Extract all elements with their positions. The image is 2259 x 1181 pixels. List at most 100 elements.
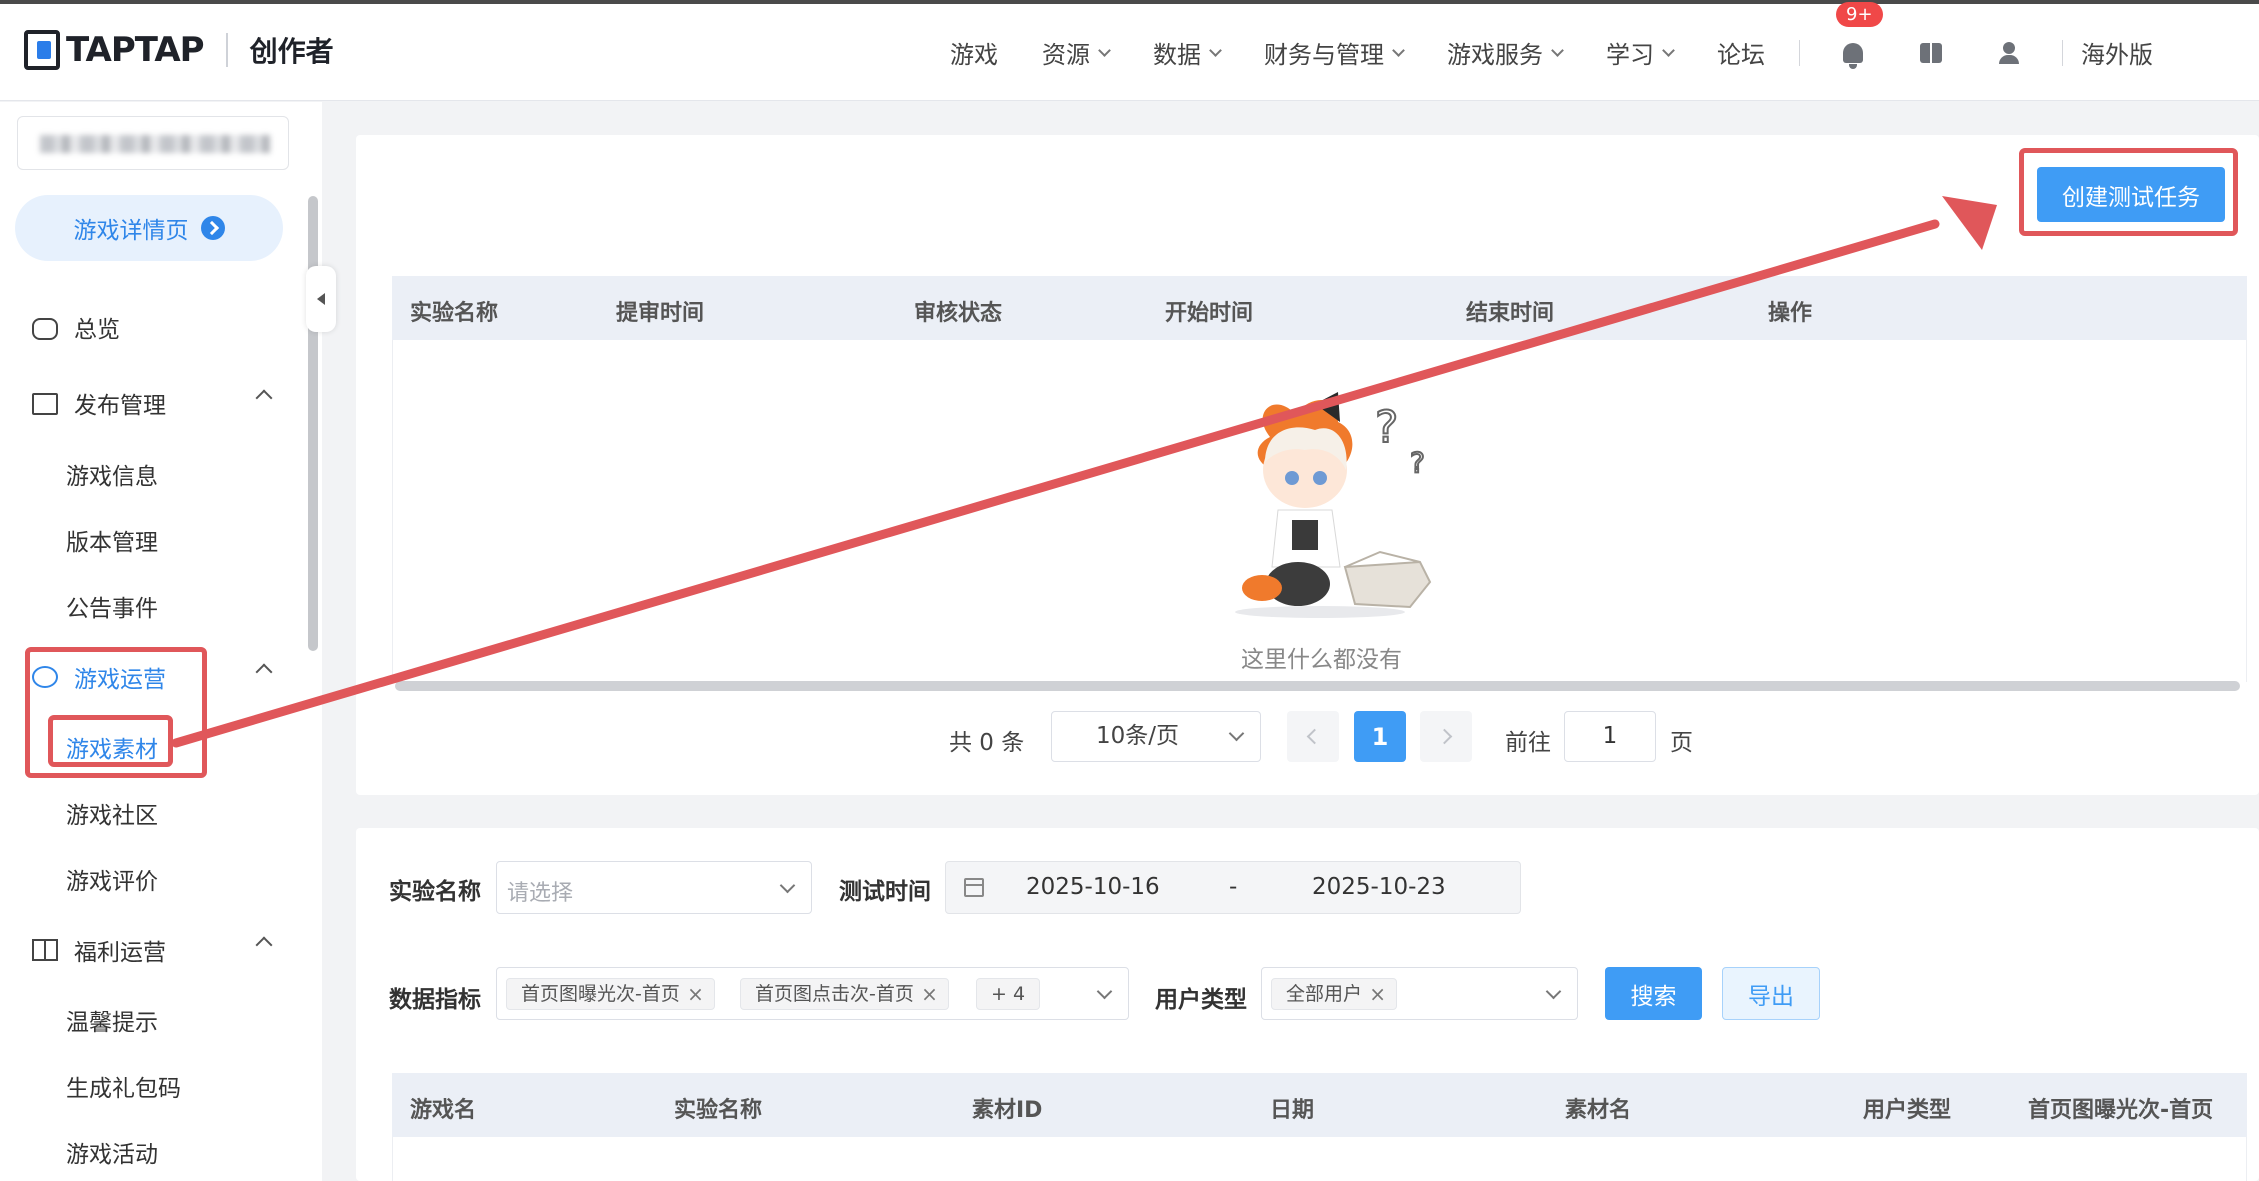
goto-page-input[interactable]: 1	[1564, 711, 1656, 762]
col-home-impressions: 首页图曝光次-首页	[2028, 1098, 2214, 1123]
metrics-label: 数据指标	[389, 987, 481, 1013]
end-date[interactable]: 2025-10-23	[1312, 874, 1446, 900]
user-type-label: 用户类型	[1155, 987, 1247, 1013]
nav-data[interactable]: 数据	[1153, 35, 1222, 70]
col-start-time: 开始时间	[1165, 301, 1254, 326]
arrow-right-circle-icon	[200, 216, 225, 240]
start-date[interactable]: 2025-10-16	[1026, 874, 1160, 900]
more-tags-count: + 4	[976, 978, 1041, 1010]
empty-state-text: 这里什么都没有	[1241, 647, 1402, 673]
bell-icon	[1843, 42, 1863, 69]
chevron-down-icon	[779, 877, 796, 894]
sidebar-item-game-info[interactable]: 游戏信息	[66, 457, 158, 491]
page-number-current[interactable]: 1	[1354, 711, 1406, 762]
game-selector[interactable]	[17, 116, 289, 170]
calendar-icon	[964, 878, 984, 897]
col-experiment-name: 实验名称	[674, 1098, 763, 1123]
nav-finance[interactable]: 财务与管理	[1264, 35, 1405, 70]
pagination-total: 共 0 条	[949, 730, 1025, 756]
prev-page-button[interactable]	[1287, 711, 1339, 762]
game-detail-button[interactable]: 游戏详情页	[15, 195, 283, 261]
nav-divider	[2062, 39, 2063, 66]
metric-tag: 首页图点击次-首页 ×	[740, 978, 949, 1010]
col-review-status: 审核状态	[914, 301, 1003, 326]
col-end-time: 结束时间	[1466, 301, 1555, 326]
close-icon[interactable]: ×	[687, 979, 704, 1009]
user-type-select[interactable]: 全部用户 ×	[1261, 967, 1578, 1020]
export-button[interactable]: 导出	[1722, 967, 1820, 1020]
docs-button[interactable]	[1914, 36, 1948, 70]
svg-text:?: ?	[1375, 402, 1398, 453]
sidebar-item-version[interactable]: 版本管理	[66, 523, 158, 557]
experiment-placeholder: 请选择	[507, 881, 574, 906]
notification-badge: 9+	[1836, 1, 1883, 27]
col-user-type: 用户类型	[1863, 1098, 1952, 1123]
chevron-down-icon	[1392, 43, 1405, 57]
chevron-up-icon	[255, 936, 273, 954]
chevron-down-icon	[1545, 983, 1562, 1000]
col-game-name: 游戏名	[410, 1098, 477, 1123]
chevron-down-icon	[1551, 43, 1564, 57]
nav-divider	[1799, 39, 1800, 66]
brand-logo[interactable]: TAPTAP 创作者	[24, 30, 334, 70]
nav-learn[interactable]: 学习	[1606, 35, 1675, 70]
annotation-box-game-assets	[48, 715, 173, 767]
chevron-down-icon	[1662, 43, 1675, 57]
empty-state-illustration: ? ?	[1235, 392, 1432, 618]
close-icon[interactable]: ×	[921, 979, 938, 1009]
page-size-select[interactable]: 10条/页	[1051, 711, 1261, 762]
search-button[interactable]: 搜索	[1605, 967, 1702, 1020]
sidebar-scrollbar[interactable]	[308, 196, 318, 651]
col-asset-name: 素材名	[1565, 1098, 1632, 1123]
sidebar-group-publish[interactable]: 发布管理	[32, 386, 282, 420]
sidebar: 游戏详情页 总览 发布管理 游戏信息 版本管理 公告事件 游戏运营 游戏素材 游…	[0, 102, 322, 1181]
sidebar-item-tips[interactable]: 温馨提示	[66, 1003, 158, 1037]
page-suffix-label: 页	[1670, 730, 1693, 756]
gift-icon	[32, 939, 58, 961]
redacted-game-name	[40, 135, 270, 153]
top-header: TAPTAP 创作者 游戏 资源 数据 财务与管理 游戏服务 学习 论坛 9+ …	[0, 1, 2259, 101]
nav-game-services[interactable]: 游戏服务	[1447, 35, 1564, 70]
chevron-up-icon	[255, 663, 273, 681]
annotation-box-create-task	[2019, 148, 2238, 236]
results-table-header: 游戏名 实验名称 素材ID 日期 素材名 用户类型 首页图曝光次-首页	[392, 1073, 2247, 1137]
notifications-button[interactable]: 9+	[1836, 1, 1883, 70]
user-type-tag: 全部用户 ×	[1271, 978, 1398, 1010]
sidebar-item-reviews[interactable]: 游戏评价	[66, 862, 158, 896]
top-nav: 游戏 资源 数据 财务与管理 游戏服务 学习 论坛 9+ 海外版	[950, 1, 2197, 101]
nav-resources[interactable]: 资源	[1042, 35, 1111, 70]
next-page-button[interactable]	[1420, 711, 1472, 762]
logo-divider	[225, 33, 228, 67]
book-icon	[1920, 42, 1942, 63]
sidebar-group-welfare[interactable]: 福利运营	[32, 933, 282, 967]
date-range-picker[interactable]: 2025-10-16 - 2025-10-23	[945, 861, 1521, 914]
account-button[interactable]	[1992, 36, 2026, 70]
chevron-down-icon	[1096, 983, 1113, 1000]
nav-games[interactable]: 游戏	[950, 35, 998, 70]
sidebar-item-activities[interactable]: 游戏活动	[66, 1135, 158, 1169]
nav-forum[interactable]: 论坛	[1717, 35, 1765, 70]
close-icon[interactable]: ×	[1369, 979, 1386, 1009]
results-table-body	[392, 1137, 2247, 1181]
region-switch[interactable]: 海外版	[2081, 35, 2153, 70]
sidebar-item-overview[interactable]: 总览	[32, 310, 120, 344]
sidebar-item-gift-codes[interactable]: 生成礼包码	[66, 1069, 181, 1103]
col-experiment-name: 实验名称	[410, 301, 499, 326]
folder-icon	[32, 393, 58, 415]
col-actions: 操作	[1768, 301, 1813, 326]
task-table-scrollbar[interactable]	[395, 681, 2240, 691]
experiment-select[interactable]: 请选择	[496, 861, 812, 914]
metric-tag: 首页图曝光次-首页 ×	[506, 978, 715, 1010]
col-date: 日期	[1270, 1098, 1315, 1123]
user-icon	[1998, 41, 2020, 64]
gamepad-icon	[32, 317, 58, 340]
sidebar-collapse-button[interactable]	[306, 266, 336, 332]
experiment-name-label: 实验名称	[389, 879, 481, 905]
col-submit-time: 提审时间	[616, 301, 705, 326]
task-table-header: 实验名称 提审时间 审核状态 开始时间 结束时间 操作	[392, 276, 2247, 340]
sidebar-item-community[interactable]: 游戏社区	[66, 796, 158, 830]
test-time-label: 测试时间	[839, 879, 931, 905]
sidebar-item-announcements[interactable]: 公告事件	[66, 589, 158, 623]
metrics-multiselect[interactable]: 首页图曝光次-首页 × 首页图点击次-首页 × + 4	[496, 967, 1129, 1020]
chevron-down-icon	[1228, 725, 1245, 742]
